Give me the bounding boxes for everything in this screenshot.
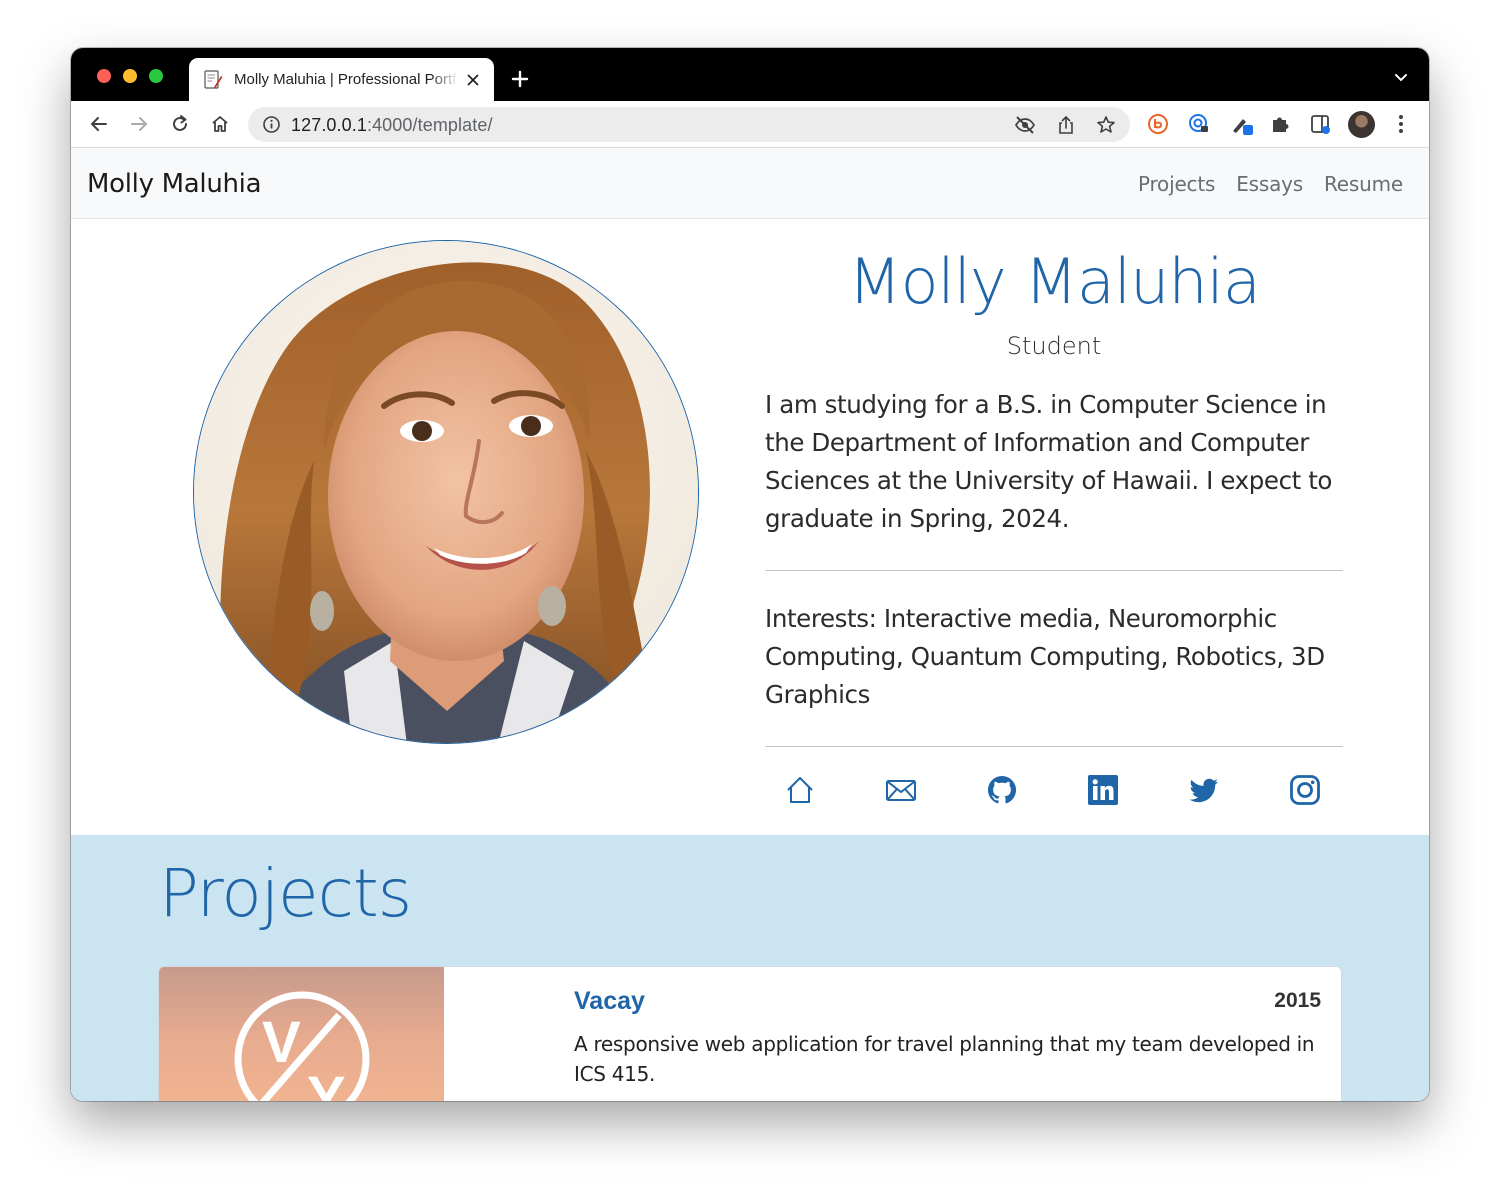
- active-tab[interactable]: Molly Maluhia | Professional Portfolio: [189, 58, 494, 101]
- nav-link-resume[interactable]: Resume: [1324, 172, 1403, 196]
- new-tab-icon[interactable]: [509, 68, 531, 90]
- share-icon[interactable]: [1055, 114, 1077, 136]
- close-tab-icon[interactable]: [464, 71, 482, 89]
- nav-links: Projects Essays Resume: [1138, 172, 1403, 196]
- extension-b-icon[interactable]: [1146, 112, 1170, 136]
- maximize-window-button[interactable]: [149, 69, 163, 83]
- hero-name: Molly Maluhia: [848, 245, 1261, 318]
- svg-text:Y: Y: [307, 1065, 346, 1101]
- project-title[interactable]: Vacay: [574, 987, 645, 1016]
- hero-interests: Interests: Interactive media, Neuromorph…: [765, 604, 1325, 709]
- projects-heading: Projects: [159, 855, 412, 932]
- projects-section: Projects V Y Vacay 2015 A responsive web…: [71, 835, 1429, 1101]
- twitter-icon[interactable]: [1186, 772, 1222, 808]
- portfolio-favicon-icon: [203, 69, 223, 90]
- hero-role: Student: [1006, 332, 1102, 360]
- tab-title: Molly Maluhia | Professional Portfolio: [234, 71, 458, 88]
- vacay-logo-icon: V Y: [234, 991, 370, 1101]
- extension-lock-icon[interactable]: [1187, 112, 1211, 136]
- back-arrow-icon[interactable]: [87, 112, 111, 136]
- instagram-icon[interactable]: [1287, 772, 1323, 808]
- site-navbar: Molly Maluhia Projects Essays Resume: [71, 148, 1429, 219]
- tab-bar: Molly Maluhia | Professional Portfolio: [71, 48, 1429, 101]
- project-description: A responsive web application for travel …: [574, 1032, 1315, 1086]
- svg-text:V: V: [262, 1010, 301, 1075]
- browser-toolbar: 127.0.0.1:4000/template/: [71, 101, 1429, 148]
- web-page: Molly Maluhia Projects Essays Resume Mol…: [71, 148, 1429, 1101]
- project-year: 2015: [1274, 989, 1321, 1012]
- divider: [765, 570, 1343, 571]
- forward-arrow-icon[interactable]: [127, 112, 151, 136]
- hero-section: Molly Maluhia Student I am studying for …: [71, 219, 1429, 835]
- reload-icon[interactable]: [168, 112, 192, 136]
- nav-link-projects[interactable]: Projects: [1138, 172, 1215, 196]
- more-menu-icon[interactable]: [1389, 112, 1413, 136]
- social-links: [765, 772, 1343, 812]
- site-info-icon[interactable]: [262, 115, 281, 134]
- divider: [765, 746, 1343, 747]
- github-icon[interactable]: [984, 772, 1020, 808]
- nav-link-essays[interactable]: Essays: [1236, 172, 1303, 196]
- url-text: 127.0.0.1:4000/template/: [291, 115, 493, 135]
- hero-bio: I am studying for a B.S. in Computer Sci…: [765, 390, 1333, 533]
- extension-eyedropper-icon[interactable]: [1230, 112, 1254, 136]
- project-card[interactable]: V Y Vacay 2015 A responsive web applicat…: [158, 966, 1342, 1101]
- address-bar[interactable]: 127.0.0.1:4000/template/: [248, 107, 1130, 142]
- project-thumbnail: V Y: [159, 967, 444, 1101]
- home-icon[interactable]: [782, 772, 818, 808]
- browser-window: Molly Maluhia | Professional Portfolio 1…: [71, 48, 1429, 1101]
- profile-avatar[interactable]: [1348, 111, 1375, 138]
- mail-icon[interactable]: [883, 772, 919, 808]
- linkedin-icon[interactable]: [1085, 772, 1121, 808]
- bookmark-star-icon[interactable]: [1095, 114, 1117, 136]
- side-panel-icon[interactable]: [1308, 112, 1332, 136]
- eye-slash-icon[interactable]: [1014, 114, 1036, 136]
- tab-search-chevron-icon[interactable]: [1393, 70, 1409, 86]
- site-brand[interactable]: Molly Maluhia: [87, 169, 262, 199]
- profile-photo: [193, 240, 699, 744]
- minimize-window-button[interactable]: [123, 69, 137, 83]
- close-window-button[interactable]: [97, 69, 111, 83]
- home-button-icon[interactable]: [208, 112, 232, 136]
- extensions-puzzle-icon[interactable]: [1268, 112, 1292, 136]
